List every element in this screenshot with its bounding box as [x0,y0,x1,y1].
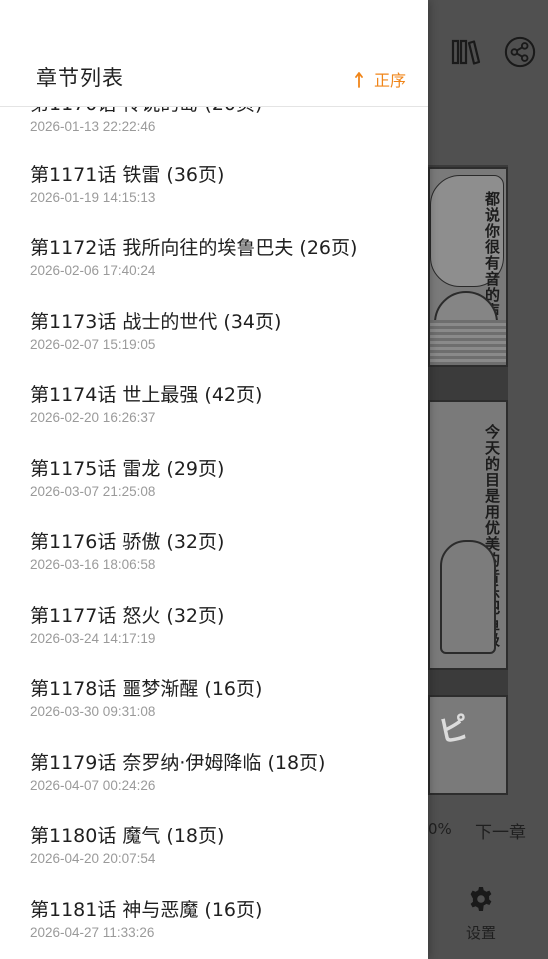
sort-order-label: 正序 [373,71,406,90]
chapter-date: 2026-04-20 20:07:54 [30,851,156,866]
chapter-date: 2026-01-13 22:22:46 [30,119,156,134]
manga-panel: 今天的目是用优美的音乐把鱼吸 [428,400,508,670]
bookshelf-icon[interactable] [450,36,482,68]
chapter-item[interactable]: 第1176话 骄傲 (32页) 2026-03-16 18:06:58 [0,527,428,600]
chapter-drawer: 章节列表 正序 第1170话 传说的岛 (20页) 2026-01-13 22:… [0,0,428,959]
chapter-date: 2026-01-19 14:15:13 [30,190,156,205]
character-figure [440,540,496,654]
chapter-title: 第1177话 怒火 (32页) [30,605,225,627]
manga-panel: ピ [428,695,508,795]
chapter-date: 2026-04-27 11:33:26 [30,925,155,940]
manga-page-image: 都说你很有音的声奇 今天的目是用优美的音乐把鱼吸 ピ [428,165,508,795]
chapter-item[interactable]: 第1174话 世上最强 (42页) 2026-02-20 16:26:37 [0,380,428,453]
chapter-date: 2026-03-16 18:06:58 [30,557,156,572]
chapter-item[interactable]: 第1172话 我所向往的埃鲁巴夫 (26页) 2026-02-06 17:40:… [0,233,428,306]
chapter-date: 2026-02-20 16:26:37 [30,410,156,425]
sort-arrow-icon [354,70,370,88]
chapter-title: 第1179话 奈罗纳·伊姆降临 (18页) [30,752,326,774]
sea-illustration [430,320,506,365]
chapter-title: 第1178话 噩梦渐醒 (16页) [30,678,263,700]
settings-label: 设置 [465,924,496,942]
sort-order-toggle[interactable]: 正序 [354,67,406,91]
chapter-date: 2026-03-07 21:25:08 [30,484,156,499]
drawer-header: 章节列表 正序 [0,0,428,107]
chapter-title: 第1180话 魔气 (18页) [30,825,225,847]
share-icon[interactable] [504,36,536,68]
chapter-item[interactable]: 第1181话 神与恶魔 (16页) 2026-04-27 11:33:26 [0,895,428,959]
chapter-title: 第1171话 铁雷 (36页) [30,164,225,186]
chapter-title: 第1175话 雷龙 (29页) [30,458,225,480]
chapter-title: 第1172话 我所向往的埃鲁巴夫 (26页) [30,237,358,259]
reading-progress: 0% [428,820,452,838]
chapter-title: 第1174话 世上最强 (42页) [30,384,263,406]
chapter-item[interactable]: 第1177话 怒火 (32页) 2026-03-24 14:17:19 [0,601,428,674]
manga-panel: 都说你很有音的声奇 [428,167,508,367]
chapter-title: 第1173话 战士的世代 (34页) [30,311,282,333]
manga-sound-effect: ピ [435,710,473,751]
app-screen: 都说你很有音的声奇 今天的目是用优美的音乐把鱼吸 ピ 0% 下一章 设置 章节列… [0,0,548,959]
drawer-title: 章节列表 [36,66,124,90]
chapter-item[interactable]: 第1171话 铁雷 (36页) 2026-01-19 14:15:13 [0,160,428,233]
reader-toolbar [450,36,536,68]
chapter-item[interactable]: 第1178话 噩梦渐醒 (16页) 2026-03-30 09:31:08 [0,674,428,747]
chapter-date: 2026-03-30 09:31:08 [30,704,156,719]
chapter-date: 2026-02-07 15:19:05 [30,337,156,352]
chapter-item[interactable]: 第1179话 奈罗纳·伊姆降临 (18页) 2026-04-07 00:24:2… [0,748,428,821]
chapter-item[interactable]: 第1173话 战士的世代 (34页) 2026-02-07 15:19:05 [0,307,428,380]
chapter-list[interactable]: 第1170话 传说的岛 (20页) 2026-01-13 22:22:46 第1… [0,85,428,959]
chapter-item[interactable]: 第1180话 魔气 (18页) 2026-04-20 20:07:54 [0,821,428,894]
chapter-date: 2026-02-06 17:40:24 [30,263,156,278]
next-chapter-button[interactable]: 下一章 [475,818,526,843]
chapter-date: 2026-04-07 00:24:26 [30,778,156,793]
chapter-title: 第1176话 骄傲 (32页) [30,531,225,553]
settings-button[interactable]: 设置 [466,886,496,943]
chapter-title: 第1181话 神与恶魔 (16页) [30,899,263,921]
chapter-date: 2026-03-24 14:17:19 [30,631,156,646]
chapter-item[interactable]: 第1175话 雷龙 (29页) 2026-03-07 21:25:08 [0,454,428,527]
gear-icon [468,886,494,916]
